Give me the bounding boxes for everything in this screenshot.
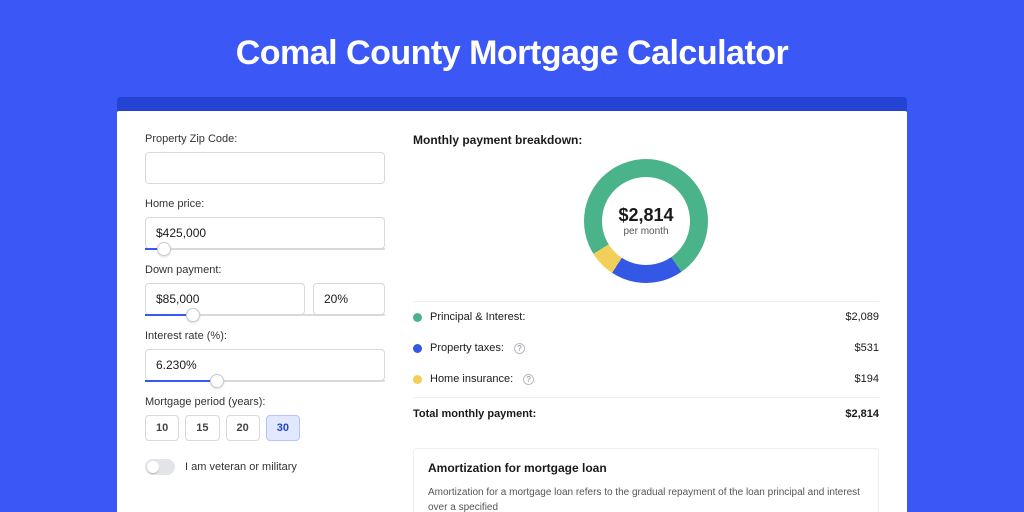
- home-price-input[interactable]: [145, 217, 385, 249]
- zip-label: Property Zip Code:: [145, 133, 385, 145]
- legend-label: Principal & Interest:: [430, 311, 525, 323]
- interest-slider-fill: [145, 380, 217, 382]
- zip-input[interactable]: [145, 152, 385, 184]
- down-payment-slider-thumb[interactable]: [186, 308, 200, 322]
- home-price-group: Home price:: [145, 198, 385, 250]
- period-options: 1015 2030: [145, 415, 385, 441]
- zip-group: Property Zip Code:: [145, 133, 385, 184]
- legend-dot: [413, 344, 422, 353]
- veteran-toggle[interactable]: [145, 459, 175, 475]
- legend-row: Home insurance:? $194: [413, 364, 879, 395]
- page-title: Comal County Mortgage Calculator: [0, 0, 1024, 97]
- donut-sub: per month: [623, 226, 668, 237]
- legend-row: Principal & Interest: $2,089: [413, 302, 879, 333]
- calculator-panel: Property Zip Code: Home price: Down paym…: [117, 111, 907, 512]
- legend-value: $531: [855, 342, 879, 354]
- period-group: Mortgage period (years): 1015 2030: [145, 396, 385, 441]
- interest-slider-thumb[interactable]: [210, 374, 224, 388]
- interest-group: Interest rate (%):: [145, 330, 385, 382]
- amortization-text: Amortization for a mortgage loan refers …: [428, 485, 864, 512]
- legend-total-value: $2,814: [845, 408, 879, 420]
- legend-left: Property taxes:?: [413, 342, 525, 354]
- period-label: Mortgage period (years):: [145, 396, 385, 408]
- home-price-slider[interactable]: [145, 248, 385, 250]
- period-option-10[interactable]: 10: [145, 415, 179, 441]
- info-icon[interactable]: ?: [514, 343, 525, 354]
- down-payment-input[interactable]: [145, 283, 305, 315]
- legend-label: Home insurance:: [430, 373, 513, 385]
- legend-label: Property taxes:: [430, 342, 504, 354]
- breakdown-title: Monthly payment breakdown:: [413, 133, 879, 147]
- form-column: Property Zip Code: Home price: Down paym…: [145, 133, 385, 512]
- donut-center: $2,814 per month: [584, 159, 708, 283]
- interest-label: Interest rate (%):: [145, 330, 385, 342]
- down-payment-label: Down payment:: [145, 264, 385, 276]
- legend-value: $2,089: [845, 311, 879, 323]
- interest-input[interactable]: [145, 349, 385, 381]
- breakdown-column: Monthly payment breakdown: $2,814 per mo…: [413, 133, 879, 512]
- down-payment-group: Down payment:: [145, 264, 385, 316]
- legend-total-row: Total monthly payment: $2,814: [413, 397, 879, 430]
- legend: Principal & Interest: $2,089 Property taxe…: [413, 301, 879, 395]
- donut-value: $2,814: [618, 205, 673, 226]
- home-price-label: Home price:: [145, 198, 385, 210]
- period-option-15[interactable]: 15: [185, 415, 219, 441]
- interest-slider[interactable]: [145, 380, 385, 382]
- legend-value: $194: [855, 373, 879, 385]
- legend-dot: [413, 375, 422, 384]
- amortization-title: Amortization for mortgage loan: [428, 461, 864, 475]
- veteran-row: I am veteran or military: [145, 459, 385, 475]
- down-payment-slider[interactable]: [145, 314, 385, 316]
- amortization-panel: Amortization for mortgage loan Amortizat…: [413, 448, 879, 512]
- legend-row: Property taxes:? $531: [413, 333, 879, 364]
- legend-total-label: Total monthly payment:: [413, 408, 536, 420]
- legend-left: Principal & Interest:: [413, 311, 525, 323]
- donut-chart: $2,814 per month: [584, 159, 708, 283]
- donut-chart-wrap: $2,814 per month: [413, 159, 879, 283]
- down-payment-pct-input[interactable]: [313, 283, 385, 315]
- calculator-frame: Property Zip Code: Home price: Down paym…: [117, 97, 907, 512]
- legend-dot: [413, 313, 422, 322]
- home-price-slider-thumb[interactable]: [157, 242, 171, 256]
- legend-left: Home insurance:?: [413, 373, 534, 385]
- period-option-20[interactable]: 20: [226, 415, 260, 441]
- period-option-30[interactable]: 30: [266, 415, 300, 441]
- info-icon[interactable]: ?: [523, 374, 534, 385]
- veteran-label: I am veteran or military: [185, 461, 297, 473]
